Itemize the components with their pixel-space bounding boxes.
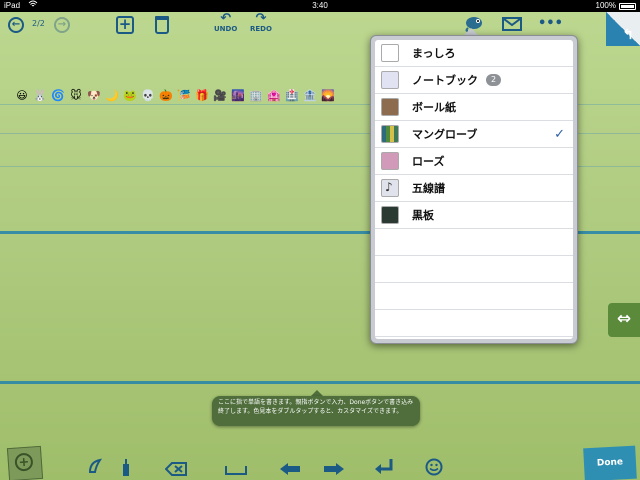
emoji-stamp[interactable]: 🎃 bbox=[158, 88, 174, 104]
clock: 3:40 bbox=[312, 1, 328, 10]
paper-swatch bbox=[381, 98, 399, 116]
empty-row bbox=[375, 310, 573, 337]
emoji-stamp[interactable]: 🐶 bbox=[86, 88, 102, 104]
cursor-left-icon[interactable] bbox=[279, 461, 301, 480]
emoji-stamp[interactable]: 🎥 bbox=[212, 88, 228, 104]
emoji-stamp[interactable]: 🏥 bbox=[284, 88, 300, 104]
empty-row bbox=[375, 256, 573, 283]
space-icon[interactable] bbox=[225, 461, 247, 480]
add-page-button[interactable]: + bbox=[116, 16, 134, 34]
emoji-keyboard-icon[interactable] bbox=[425, 458, 443, 480]
paper-style-label: 五線譜 bbox=[412, 182, 445, 195]
emoji-stamp[interactable]: 🐰 bbox=[32, 88, 48, 104]
emoji-stamp-row: 😃 🐰 🌀 🐭 🐶 🌙 🐸 💀 🎃 🎏 🎁 🎥 🌆 🏢 🏩 🏥 🏦 🌄 bbox=[14, 88, 336, 104]
share-arrow-icon: ↰ bbox=[622, 27, 634, 43]
emoji-stamp[interactable]: 🐭 bbox=[68, 88, 84, 104]
handwriting-note-button[interactable] bbox=[6, 445, 44, 480]
emoji-stamp[interactable]: 🎁 bbox=[194, 88, 210, 104]
pen-icon[interactable] bbox=[121, 458, 131, 480]
undo-button[interactable]: ↶ UNDO bbox=[214, 11, 238, 33]
emoji-stamp[interactable]: 🌆 bbox=[230, 88, 246, 104]
battery-percent: 100% bbox=[595, 1, 616, 10]
paper-style-item[interactable]: ノートブック 2 bbox=[375, 67, 573, 94]
paper-swatch bbox=[381, 206, 399, 224]
page-curl-button[interactable]: ↰ bbox=[606, 12, 640, 46]
paper-style-item[interactable]: 黒板 bbox=[375, 202, 573, 229]
forward-button[interactable]: → bbox=[54, 17, 70, 33]
paper-style-item[interactable]: ♪ 五線譜 bbox=[375, 175, 573, 202]
return-icon[interactable] bbox=[374, 458, 394, 480]
paper-style-label: まっしろ bbox=[412, 47, 456, 60]
paper-style-label: 黒板 bbox=[412, 209, 434, 222]
guide-line bbox=[0, 381, 640, 384]
redo-button[interactable]: ↷ REDO bbox=[250, 11, 272, 33]
emoji-stamp[interactable]: 🐸 bbox=[122, 88, 138, 104]
paper-style-label: ローズ bbox=[412, 155, 445, 168]
status-bar: iPad 3:40 100% bbox=[0, 0, 640, 12]
backspace-icon[interactable] bbox=[164, 461, 187, 480]
emoji-stamp[interactable]: 🎏 bbox=[176, 88, 192, 104]
emoji-stamp[interactable]: 🌀 bbox=[50, 88, 66, 104]
back-button[interactable]: ← bbox=[8, 17, 24, 33]
redo-icon: ↷ bbox=[255, 11, 267, 26]
paper-swatch bbox=[381, 125, 399, 143]
page-counter: 2/2 bbox=[32, 19, 45, 28]
battery-icon bbox=[619, 3, 636, 10]
paper-style-item[interactable]: まっしろ bbox=[375, 40, 573, 67]
paper-style-label: マングローブ bbox=[412, 128, 478, 141]
empty-row bbox=[375, 229, 573, 256]
emoji-stamp[interactable]: 🌄 bbox=[320, 88, 336, 104]
emoji-stamp[interactable]: 😃 bbox=[14, 88, 30, 104]
empty-row bbox=[375, 283, 573, 310]
trash-button[interactable] bbox=[155, 16, 169, 34]
done-button[interactable]: Done bbox=[583, 445, 637, 480]
paper-style-label: ノートブック bbox=[412, 74, 478, 87]
resize-tab[interactable]: ⇔ bbox=[608, 303, 640, 337]
eraser-icon[interactable] bbox=[88, 458, 103, 478]
emoji-stamp[interactable]: 🏢 bbox=[248, 88, 264, 104]
paper-style-item[interactable]: ボール紙 bbox=[375, 94, 573, 121]
paper-style-item[interactable]: ローズ bbox=[375, 148, 573, 175]
mail-icon[interactable] bbox=[502, 17, 522, 31]
emoji-stamp[interactable]: 🏩 bbox=[266, 88, 282, 104]
help-tooltip: ここに指で単語を書きます。親指ボタンで入力、Doneボタンで書き込み終了します。… bbox=[212, 396, 420, 426]
paper-style-item[interactable]: マングローブ ✓ bbox=[375, 121, 573, 148]
emoji-stamp[interactable]: 🌙 bbox=[104, 88, 120, 104]
count-badge: 2 bbox=[486, 74, 502, 86]
emoji-stamp[interactable]: 💀 bbox=[140, 88, 156, 104]
paper-swatch bbox=[381, 152, 399, 170]
redo-label: REDO bbox=[250, 25, 272, 33]
paper-swatch bbox=[381, 44, 399, 62]
emoji-stamp[interactable]: 🏦 bbox=[302, 88, 318, 104]
checkmark-icon: ✓ bbox=[554, 126, 565, 142]
paper-style-label: ボール紙 bbox=[412, 101, 456, 114]
cursor-right-icon[interactable] bbox=[323, 461, 345, 480]
undo-label: UNDO bbox=[214, 25, 238, 33]
music-note-icon: ♪ bbox=[385, 180, 393, 194]
undo-icon: ↶ bbox=[220, 11, 232, 26]
paper-swatch bbox=[381, 71, 399, 89]
paper-style-list: まっしろノートブック 2 ボール紙マングローブ ✓ ローズ ♪ 五線譜黒板 bbox=[375, 40, 573, 339]
paper-style-popover: まっしろノートブック 2 ボール紙マングローブ ✓ ローズ ♪ 五線譜黒板 bbox=[370, 35, 578, 344]
more-button[interactable]: ••• bbox=[538, 16, 563, 31]
paper-swatch: ♪ bbox=[381, 179, 399, 197]
